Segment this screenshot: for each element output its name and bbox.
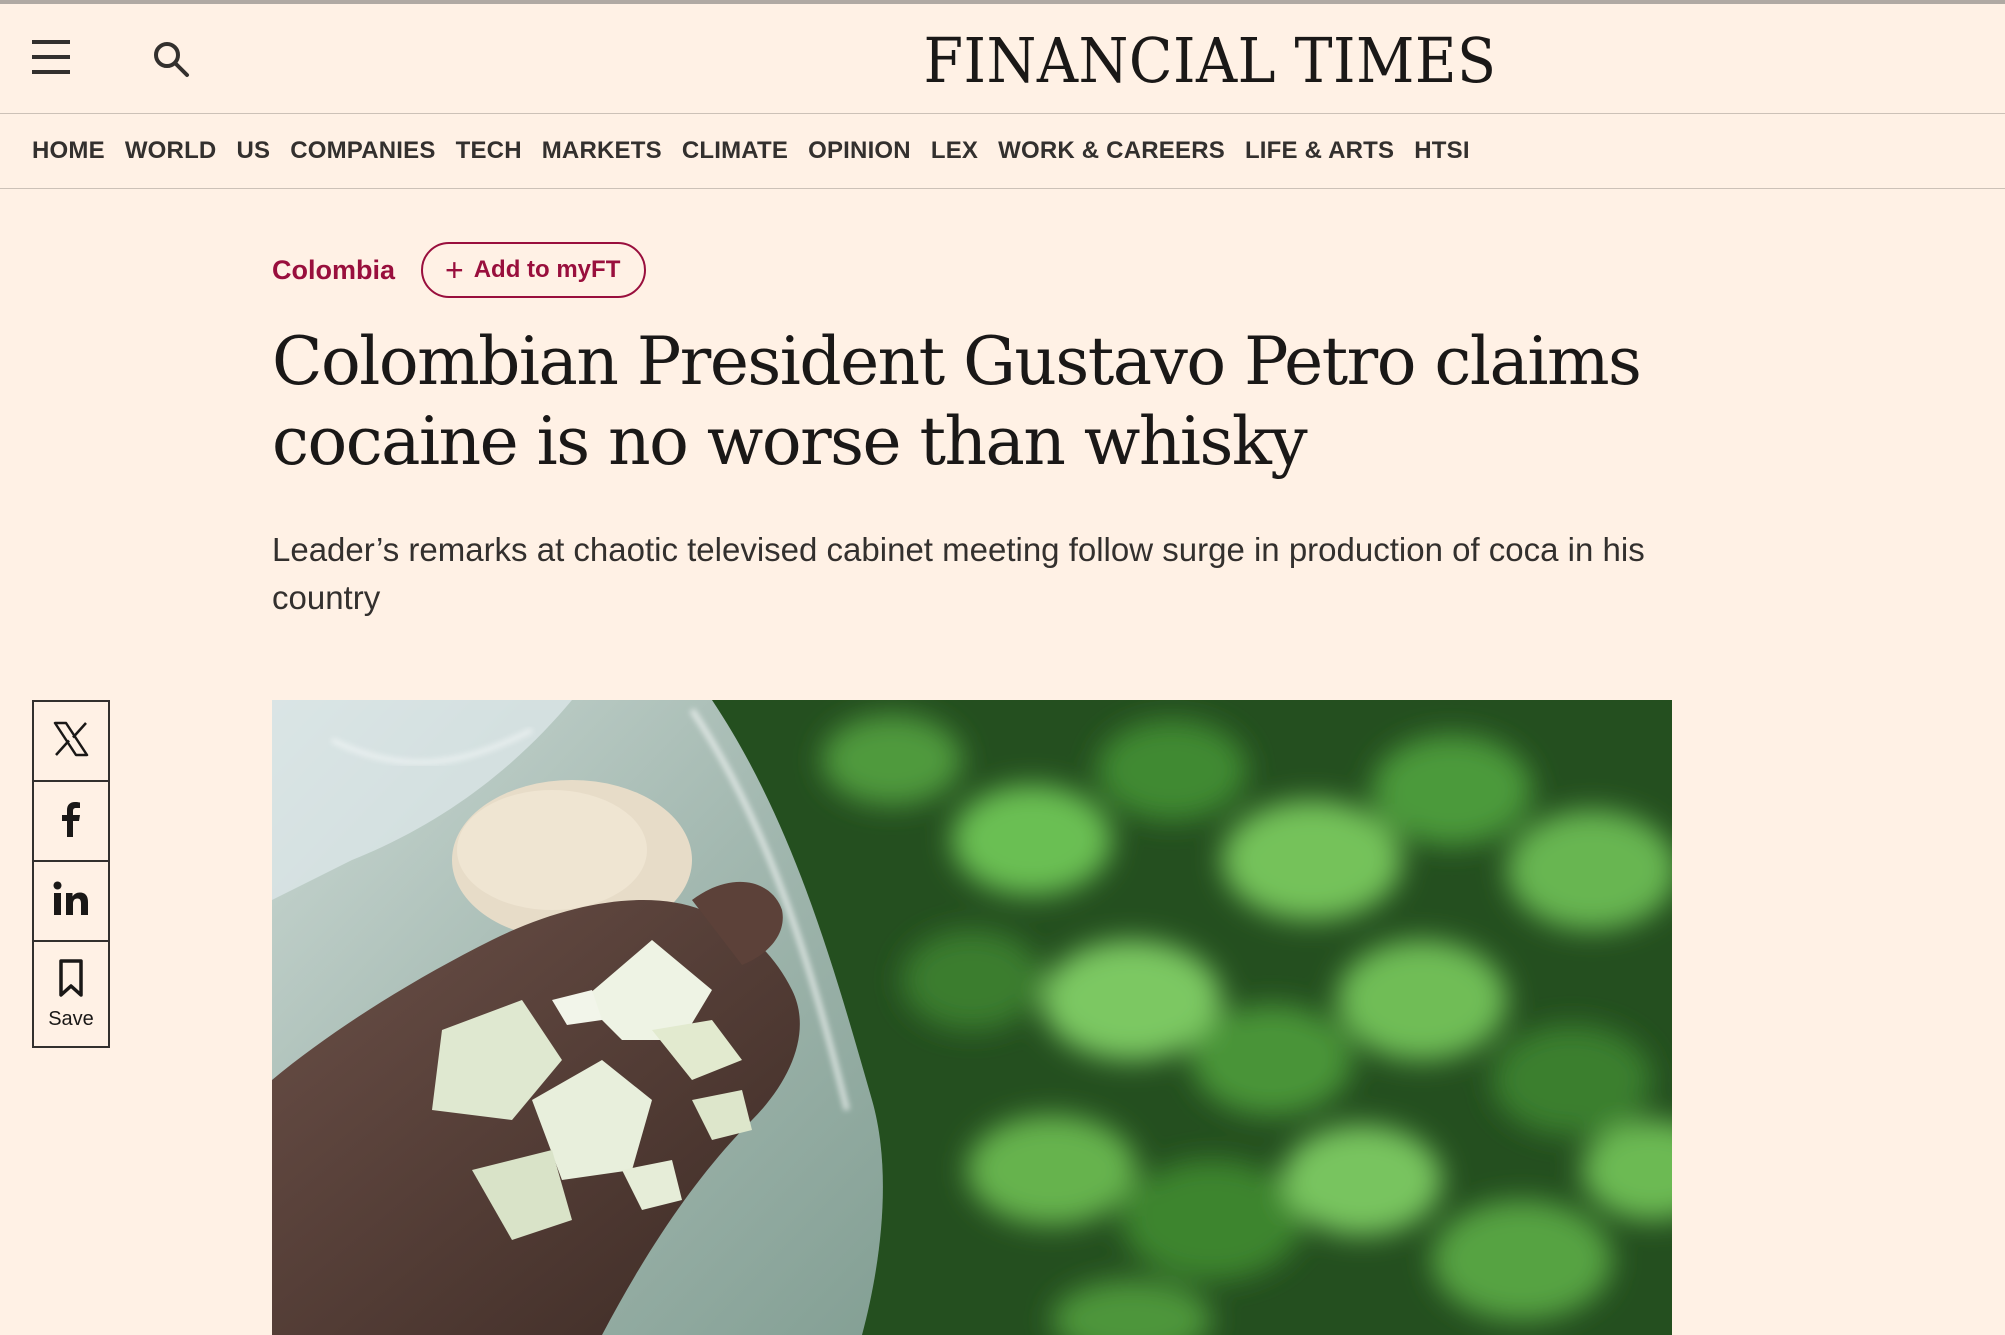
hamburger-menu-icon[interactable] [32, 40, 72, 76]
nav-item-climate[interactable]: CLIMATE [682, 137, 788, 165]
nav-item-markets[interactable]: MARKETS [542, 137, 662, 165]
topic-link[interactable]: Colombia [272, 255, 395, 286]
main-navigation: HOME WORLD US COMPANIES TECH MARKETS CLI… [0, 114, 2005, 189]
plus-icon: + [445, 252, 464, 288]
nav-item-opinion[interactable]: OPINION [808, 137, 911, 165]
nav-item-companies[interactable]: COMPANIES [290, 137, 435, 165]
linkedin-icon [51, 879, 91, 923]
save-label: Save [48, 1007, 94, 1030]
share-facebook-button[interactable] [34, 782, 108, 862]
topic-row: Colombia + Add to myFT [272, 240, 1672, 300]
article: Colombia + Add to myFT Colombian Preside… [272, 240, 1672, 655]
nav-item-us[interactable]: US [236, 137, 270, 165]
nav-item-htsi[interactable]: HTSI [1414, 137, 1469, 165]
share-toolbar: Save [32, 700, 110, 1048]
article-standfirst: Leader’s remarks at chaotic televised ca… [272, 531, 1645, 616]
share-linkedin-button[interactable] [34, 862, 108, 942]
nav-item-lex[interactable]: LEX [931, 137, 978, 165]
site-logo[interactable]: FINANCIAL TIMES [888, 26, 1532, 96]
add-to-myft-label: Add to myFT [473, 256, 621, 283]
search-icon[interactable] [150, 38, 192, 80]
x-twitter-icon [51, 719, 91, 763]
bookmark-icon [56, 958, 86, 1002]
add-to-myft-button[interactable]: + Add to myFT [421, 242, 647, 298]
nav-item-tech[interactable]: TECH [456, 137, 522, 165]
nav-item-life-arts[interactable]: LIFE & ARTS [1245, 137, 1394, 165]
hero-image [272, 700, 1672, 1335]
save-article-button[interactable]: Save [34, 942, 108, 1046]
nav-item-home[interactable]: HOME [32, 137, 105, 165]
masthead: FINANCIAL TIMES [0, 4, 2005, 114]
nav-item-world[interactable]: WORLD [125, 137, 217, 165]
nav-item-work-careers[interactable]: WORK & CAREERS [998, 137, 1225, 165]
share-x-button[interactable] [34, 702, 108, 782]
article-headline: Colombian President Gustavo Petro claims… [272, 323, 1642, 480]
facebook-icon [51, 799, 91, 843]
